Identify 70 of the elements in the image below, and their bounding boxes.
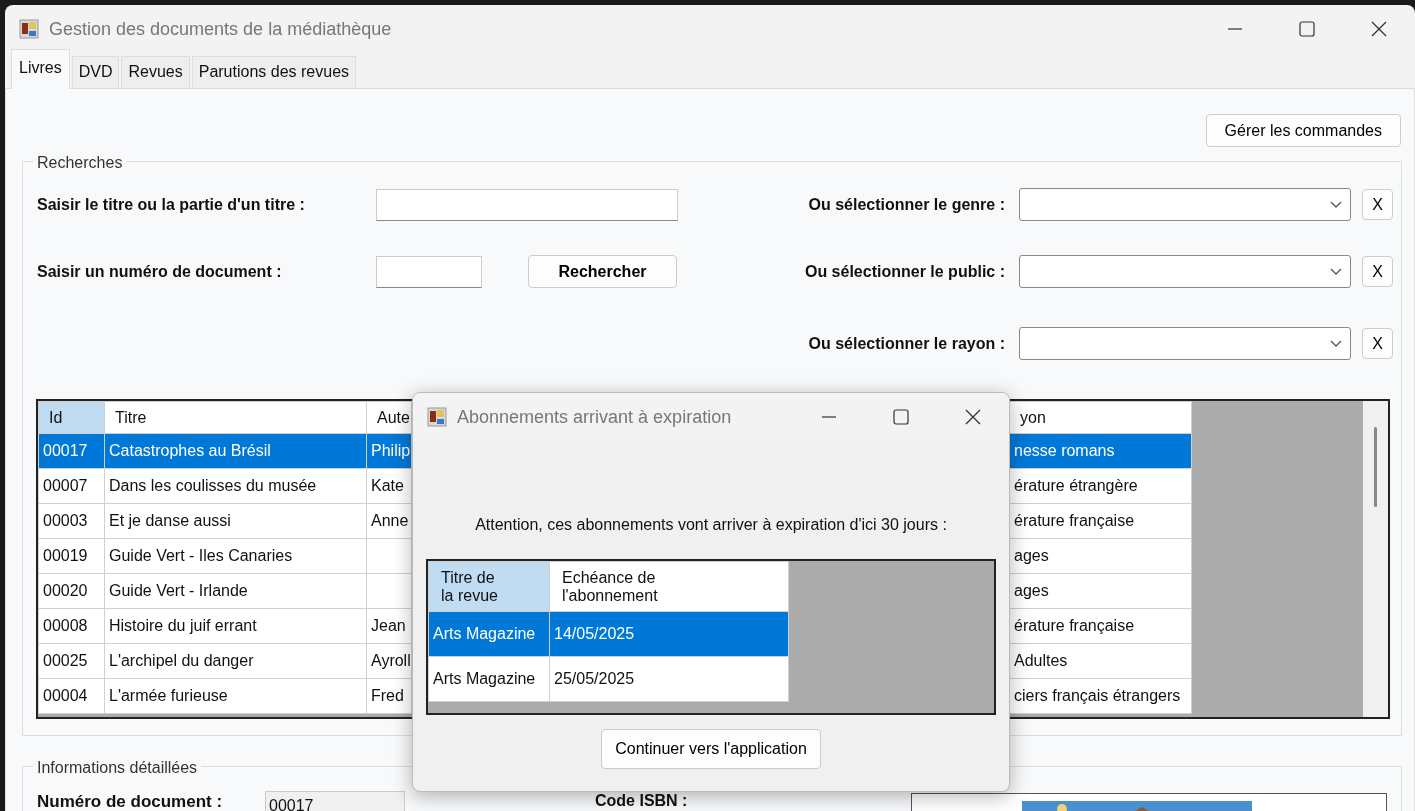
chevron-down-icon	[1330, 340, 1342, 347]
clear-button[interactable]: X	[1362, 328, 1393, 359]
table-cell: 14/05/2025	[549, 611, 789, 657]
table-cell: 00008	[38, 608, 105, 644]
window-title: Gestion des documents de la médiathèque	[49, 17, 392, 41]
filter-label: Ou sélectionner le genre :	[808, 194, 1005, 215]
maximize-icon[interactable]	[1299, 21, 1315, 37]
column-header[interactable]: Aute	[366, 401, 412, 434]
scrollbar-thumb[interactable]	[1374, 427, 1377, 507]
table-cell: 00020	[38, 573, 105, 609]
table-cell: nesse romans	[1009, 433, 1192, 469]
table-cell: 00003	[38, 503, 105, 539]
dialog-title: Abonnements arrivant à expiration	[457, 405, 732, 429]
field-label: Code ISBN :	[595, 791, 688, 811]
table-cell: 00019	[38, 538, 105, 574]
table-cell: Anne	[366, 503, 412, 539]
column-header[interactable]: Id	[38, 401, 105, 434]
maximize-icon[interactable]	[893, 409, 909, 425]
column-header[interactable]: yon	[1009, 401, 1192, 434]
field-label: Saisir le titre ou la partie d'un titre :	[37, 194, 306, 215]
table-cell: Dans les coulisses du musée	[104, 468, 367, 504]
filter-label: Ou sélectionner le rayon :	[808, 333, 1005, 354]
dropdown-field[interactable]	[1019, 255, 1351, 288]
table-cell: L'armée furieuse	[104, 678, 367, 714]
column-header[interactable]: Titre de la revue	[428, 561, 550, 612]
field-label: Numéro de document :	[37, 791, 224, 811]
search-button[interactable]: Rechercher	[528, 255, 677, 288]
field-label: Saisir un numéro de document :	[37, 261, 283, 282]
clear-button[interactable]: X	[1362, 189, 1393, 220]
chevron-down-icon	[1330, 268, 1342, 275]
dropdown-field[interactable]	[1019, 188, 1351, 221]
table-cell: Histoire du juif errant	[104, 608, 367, 644]
app-icon	[427, 407, 447, 427]
dialog-message: Attention, ces abonnements vont arriver à expiration d'ici 30 jours :	[475, 515, 947, 535]
table-cell: Ayroll	[366, 643, 412, 679]
table-cell: Arts Magazine	[428, 656, 550, 702]
close-icon[interactable]	[1371, 21, 1387, 37]
table-cell: 00007	[38, 468, 105, 504]
app-icon	[19, 19, 39, 39]
tab[interactable]: DVD	[71, 56, 120, 88]
continue-button[interactable]: Continuer vers l'application	[601, 729, 821, 769]
table-cell: Guide Vert - Irlande	[104, 573, 367, 609]
clear-button[interactable]: X	[1362, 256, 1393, 287]
table-cell: Et je danse aussi	[104, 503, 367, 539]
table-cell: Kate	[366, 468, 412, 504]
manage-orders-button[interactable]: Gérer les commandes	[1205, 114, 1401, 147]
document-number-field[interactable]	[376, 255, 482, 288]
dropdown-field[interactable]	[1019, 327, 1351, 360]
table-cell: Arts Magazine	[428, 611, 550, 657]
chevron-down-icon	[1330, 201, 1342, 208]
table-cell: L'archipel du danger	[104, 643, 367, 679]
close-icon[interactable]	[965, 409, 981, 425]
title-field[interactable]	[376, 188, 678, 221]
table-cell: 00004	[38, 678, 105, 714]
table-cell: 25/05/2025	[549, 656, 789, 702]
table-cell: Jean	[366, 608, 412, 644]
table-cell: Guide Vert - Iles Canaries	[104, 538, 367, 574]
table-cell: Catastrophes au Brésil	[104, 433, 367, 469]
table-cell: 00025	[38, 643, 105, 679]
filter-label: Ou sélectionner le public :	[804, 261, 1005, 282]
column-header[interactable]: Echéance de l'abonnement	[549, 561, 789, 612]
tab[interactable]: Parutions des revues	[191, 56, 357, 88]
tab[interactable]: Revues	[121, 56, 190, 88]
scrollbar[interactable]	[1363, 401, 1388, 717]
document-number-field[interactable]: 00017	[265, 791, 405, 811]
column-header[interactable]: Titre	[104, 401, 367, 434]
tab[interactable]: Livres	[11, 49, 70, 89]
table-cell: Philip	[366, 433, 412, 469]
table-cell: 00017	[38, 433, 105, 469]
table-cell: Fred	[366, 678, 412, 714]
